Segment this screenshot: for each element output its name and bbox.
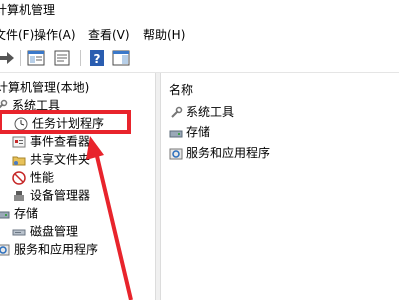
annotation-arrow <box>86 136 133 300</box>
